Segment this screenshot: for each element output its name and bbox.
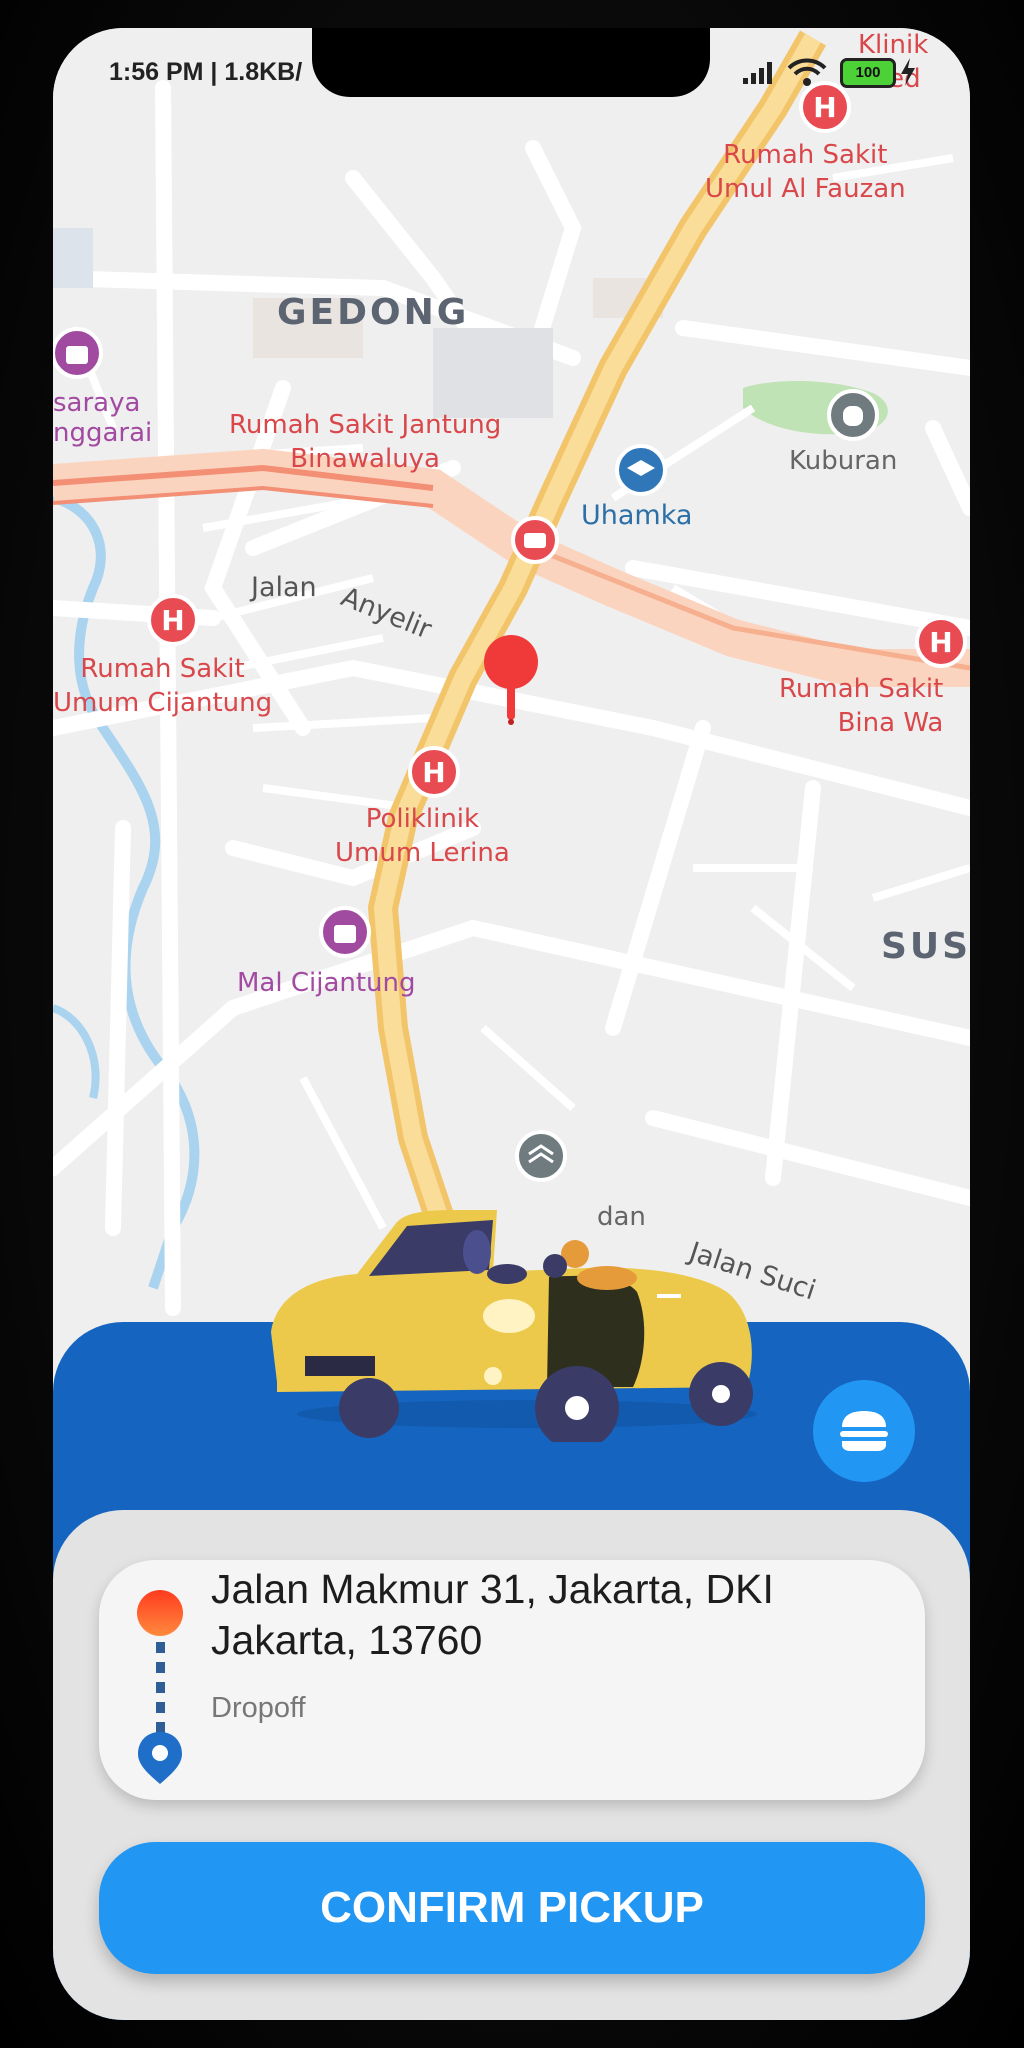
status-time: 1:56 PM | 1.8KB/	[109, 58, 303, 86]
svg-text:H: H	[929, 626, 952, 659]
hospital-icon: H	[915, 616, 967, 668]
hospital-icon: H	[147, 594, 199, 646]
shopping-bag-icon	[319, 906, 371, 958]
dropoff-address: Jalan Makmur 31, Jakarta, DKI Jakarta, 1…	[211, 1566, 774, 1663]
map-label-clinic: Poliklinik Umum Lerina	[335, 804, 510, 868]
hospital-icon: H	[408, 746, 460, 798]
svg-text:H: H	[813, 91, 836, 124]
burger-icon	[840, 1411, 888, 1451]
library-icon	[515, 1130, 567, 1182]
phone-frame: H H H H GEDONG SUS Rumah Sakit Jantung B…	[53, 28, 970, 2020]
cemetery-icon	[827, 389, 879, 441]
map-label-hospital: Rumah Sakit Umul Al Fauzan	[705, 140, 906, 204]
map-label-mall: saraya nggarai	[53, 388, 153, 448]
map-label-district: SUS	[881, 926, 970, 967]
svg-text:H: H	[161, 604, 184, 637]
screen-notch	[312, 28, 710, 97]
route-connector	[156, 1642, 165, 1738]
map-label-hospital: Rumah Sakit Jantung Binawaluya	[229, 410, 502, 474]
school-icon	[615, 444, 667, 496]
car-illustration	[271, 1210, 757, 1442]
map-label-street: Jalan	[251, 572, 317, 603]
map-label-school: Uhamka	[581, 500, 693, 531]
map-label-hospital: Rumah Sakit Umum Cijantung	[53, 654, 273, 718]
location-pin-icon	[138, 1732, 182, 1784]
charging-icon	[901, 58, 915, 86]
confirm-pickup-label: CONFIRM PICKUP	[320, 1883, 704, 1932]
signal-icon	[743, 62, 772, 84]
confirm-pickup-button[interactable]: CONFIRM PICKUP	[99, 1842, 925, 1974]
map-label-mall: Mal Cijantung	[237, 968, 416, 998]
map-label-district: GEDONG	[277, 292, 470, 333]
map-label-cemetery: Kuburan	[789, 446, 898, 476]
svg-text:H: H	[422, 756, 445, 789]
shopping-bag-icon	[53, 327, 103, 379]
map-label-hospital: Rumah Sakit Bina Wa	[779, 674, 944, 738]
dropoff-label: Dropoff	[211, 1692, 306, 1724]
camera-icon	[511, 516, 559, 564]
wifi-icon	[787, 58, 827, 86]
origin-dot-icon	[137, 1590, 183, 1636]
hospital-icon: H	[799, 81, 851, 133]
battery-icon: 100	[840, 58, 896, 88]
menu-button[interactable]	[813, 1380, 915, 1482]
